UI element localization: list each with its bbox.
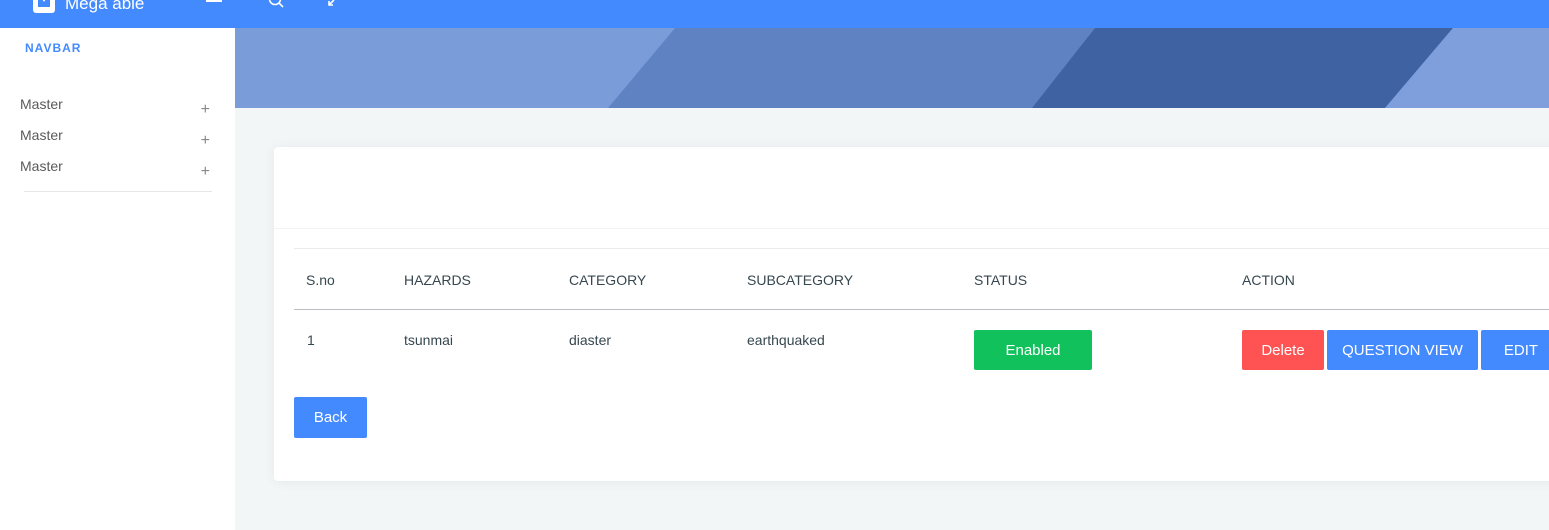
hazard-table: S.no HAZARDS CATEGORY SUBCATEGORY STATUS… xyxy=(294,248,1549,380)
brand-logo[interactable]: Mega able xyxy=(33,0,144,14)
column-header: SUBCATEGORY xyxy=(747,272,854,288)
sidebar-item-master-1[interactable]: Master + xyxy=(20,96,215,124)
sidebar-item-label: Master xyxy=(20,96,63,112)
sidebar-item-master-3[interactable]: Master + xyxy=(20,158,215,186)
sidebar-item-label: Master xyxy=(20,127,63,143)
cell-hazard: tsunmai xyxy=(404,332,454,348)
card-header xyxy=(274,147,1549,229)
top-navbar: Mega able xyxy=(0,0,1549,28)
sidebar-heading: NAVBAR xyxy=(25,41,82,55)
plus-icon[interactable]: + xyxy=(201,163,210,181)
column-header: ACTION xyxy=(1242,272,1295,288)
sidebar-divider xyxy=(24,191,212,192)
column-header: STATUS xyxy=(974,272,1028,288)
search-icon[interactable] xyxy=(268,0,284,8)
cell-subcategory: earthquaked xyxy=(747,332,825,348)
delete-button[interactable]: Delete xyxy=(1242,330,1324,370)
plus-icon[interactable]: + xyxy=(201,132,210,150)
app-title: Mega able xyxy=(65,0,145,13)
plus-icon[interactable]: + xyxy=(201,101,210,119)
column-header: CATEGORY xyxy=(569,272,647,288)
edit-button[interactable]: EDIT xyxy=(1481,330,1549,370)
sidebar-item-master-2[interactable]: Master + xyxy=(20,127,215,155)
column-header: S.no xyxy=(306,272,335,288)
hamburger-menu-icon[interactable] xyxy=(206,0,222,6)
sidebar: NAVBAR Master + Master + Master + xyxy=(0,28,235,530)
page-header-banner xyxy=(235,28,1549,108)
fullscreen-icon[interactable] xyxy=(326,0,344,7)
banner-decoration xyxy=(235,28,1549,108)
question-view-button[interactable]: QUESTION VIEW xyxy=(1327,330,1478,370)
table-header-row: S.no HAZARDS CATEGORY SUBCATEGORY STATUS… xyxy=(294,248,1549,310)
cell-sno: 1 xyxy=(307,332,315,348)
cell-category: diaster xyxy=(569,332,612,348)
sidebar-item-label: Master xyxy=(20,158,63,174)
logo-icon xyxy=(33,0,55,13)
column-header: HAZARDS xyxy=(404,272,471,288)
back-button[interactable]: Back xyxy=(294,397,367,438)
hazard-table-card: S.no HAZARDS CATEGORY SUBCATEGORY STATUS… xyxy=(274,147,1549,481)
status-enabled-button[interactable]: Enabled xyxy=(974,330,1092,370)
table-row: 1 tsunmai diaster earthquaked Enabled De… xyxy=(294,310,1549,380)
